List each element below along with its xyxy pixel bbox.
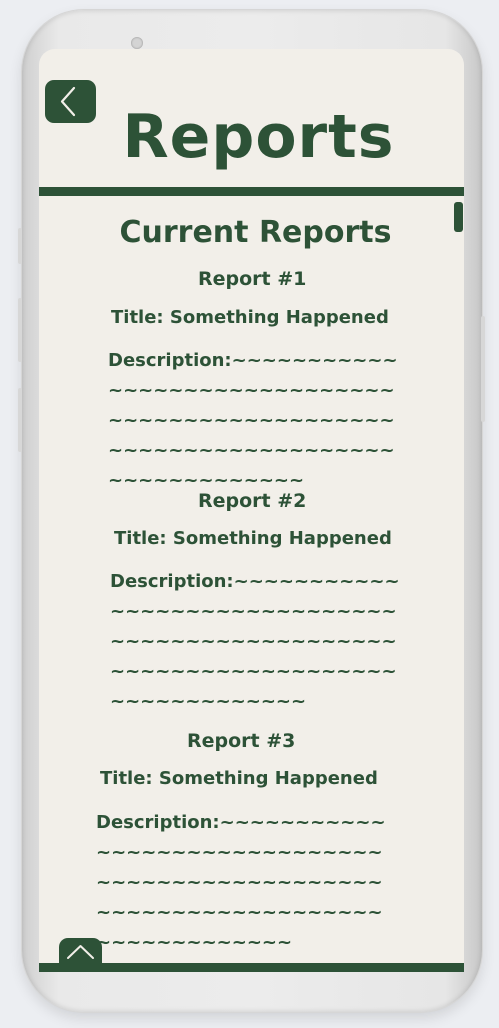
report-heading: Report #3 bbox=[187, 730, 296, 752]
report-description: Description:~~~~~~~~~~~~~~~~~~~~~~~~~~~~… bbox=[108, 350, 398, 491]
report-title: Title: Something Happened bbox=[114, 528, 392, 549]
header-divider bbox=[39, 187, 464, 196]
report-description: Description:~~~~~~~~~~~~~~~~~~~~~~~~~~~~… bbox=[96, 812, 386, 953]
volume-button bbox=[18, 228, 22, 264]
page-title: Reports bbox=[122, 102, 395, 172]
report-title: Title: Something Happened bbox=[111, 307, 389, 328]
report-heading: Report #2 bbox=[198, 490, 307, 512]
report-heading: Report #1 bbox=[198, 268, 307, 290]
report-title: Title: Something Happened bbox=[100, 768, 378, 789]
app-screen: Reports Current Reports Report #1 Title:… bbox=[39, 49, 464, 972]
footer-divider bbox=[39, 963, 464, 972]
power-button bbox=[481, 316, 485, 422]
section-title: Current Reports bbox=[119, 215, 392, 250]
report-description: Description:~~~~~~~~~~~~~~~~~~~~~~~~~~~~… bbox=[110, 571, 400, 712]
volume-up-button bbox=[18, 298, 22, 362]
chevron-up-icon bbox=[67, 945, 94, 959]
scroll-to-top-button[interactable] bbox=[59, 938, 102, 968]
volume-down-button bbox=[18, 388, 22, 452]
camera-icon bbox=[131, 37, 143, 49]
